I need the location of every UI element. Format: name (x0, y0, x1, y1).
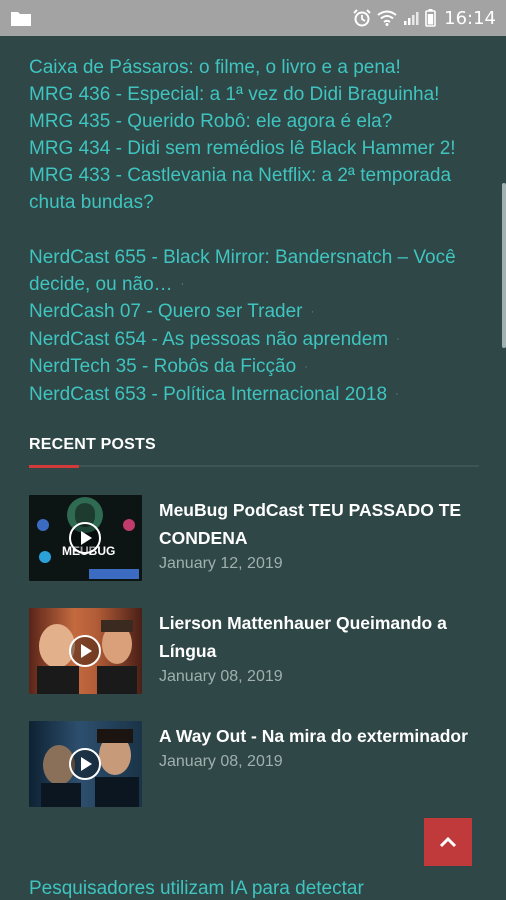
link-text[interactable]: MRG 436 - Especial: a 1ª vez do Didi Bra… (29, 84, 439, 105)
signal-icon (404, 12, 419, 25)
nerdcast-link-list: NerdCast 655 - Black Mirror: Bandersnatc… (29, 244, 469, 408)
folder-icon (11, 12, 31, 26)
recent-posts-list: MEUBUG MeuBug PodCast TEU PASSADO TE CON… (29, 495, 469, 808)
separator: · (180, 278, 185, 291)
list-item[interactable]: MRG 435 - Querido Robô: ele agora é ela? (29, 108, 469, 135)
battery-icon (425, 9, 436, 27)
link-text[interactable]: NerdCast 655 - Black Mirror: Bandersnatc… (29, 247, 456, 295)
post-body: Lierson Mattenhauer Queimando a Língua J… (159, 608, 469, 694)
separator: · (304, 360, 308, 373)
post-date: January 12, 2019 (159, 555, 283, 573)
link-text[interactable]: NerdCast 653 - Política Internacional 20… (29, 384, 387, 405)
list-item[interactable]: MRG 436 - Especial: a 1ª vez do Didi Bra… (29, 81, 469, 108)
title-accent (29, 465, 79, 469)
separator: · (310, 305, 315, 318)
link-text[interactable]: MRG 435 - Querido Robô: ele agora é ela? (29, 111, 392, 132)
list-item[interactable]: MRG 433 - Castlevania na Netflix: a 2ª t… (29, 162, 469, 216)
separator: · (396, 333, 400, 346)
link-text[interactable]: MRG 433 - Castlevania na Netflix: a 2ª t… (29, 165, 451, 213)
post-link[interactable]: Pesquisadores utilizam IA para detectar (29, 878, 364, 900)
post-thumbnail[interactable] (29, 608, 142, 695)
scroll-to-top-button[interactable] (424, 818, 472, 866)
post-item[interactable]: Lierson Mattenhauer Queimando a Língua J… (29, 608, 469, 695)
scrollbar[interactable] (502, 183, 506, 348)
list-item[interactable]: NerdTech 35 - Robôs da Ficção · (29, 353, 469, 380)
list-item[interactable]: Caixa de Pássaros: o filme, o livro e a … (29, 54, 469, 81)
chevron-up-icon (439, 836, 457, 848)
podcast-link-list: Caixa de Pássaros: o filme, o livro e a … (29, 54, 469, 216)
list-item[interactable]: NerdCast 654 - As pessoas não aprendem · (29, 326, 469, 353)
status-time: 16:14 (444, 7, 496, 29)
post-item[interactable]: MEUBUG MeuBug PodCast TEU PASSADO TE CON… (29, 495, 469, 582)
list-item[interactable]: NerdCash 07 - Quero ser Trader · (29, 298, 469, 325)
list-item[interactable]: NerdCast 653 - Política Internacional 20… (29, 381, 469, 408)
section-title: RECENT POSTS (29, 436, 156, 454)
status-bar: 16:14 (0, 0, 506, 36)
link-text[interactable]: NerdCash 07 - Quero ser Trader (29, 301, 303, 322)
post-thumbnail[interactable]: MEUBUG (29, 495, 142, 582)
link-text[interactable]: NerdTech 35 - Robôs da Ficção (29, 356, 296, 377)
post-date: January 08, 2019 (159, 753, 283, 771)
list-item[interactable]: NerdCast 655 - Black Mirror: Bandersnatc… (29, 244, 469, 298)
post-body: A Way Out - Na mira do exterminador Janu… (159, 721, 468, 807)
link-text[interactable]: NerdCast 654 - As pessoas não aprendem (29, 329, 388, 350)
link-text[interactable]: MRG 434 - Didi sem remédios lê Black Ham… (29, 138, 456, 159)
post-title[interactable]: Lierson Mattenhauer Queimando a Língua (159, 609, 469, 665)
wifi-icon (377, 10, 397, 26)
link-text[interactable]: Caixa de Pássaros: o filme, o livro e a … (29, 57, 401, 78)
post-title[interactable]: A Way Out - Na mira do exterminador (159, 722, 468, 750)
main-content: Caixa de Pássaros: o filme, o livro e a … (29, 54, 479, 834)
post-body: MeuBug PodCast TEU PASSADO TE CONDENA Ja… (159, 495, 469, 581)
post-thumbnail[interactable] (29, 721, 142, 808)
post-item[interactable]: A Way Out - Na mira do exterminador Janu… (29, 721, 469, 808)
title-divider (29, 465, 479, 469)
separator: · (395, 388, 399, 401)
alarm-icon (353, 9, 371, 27)
list-item[interactable]: MRG 434 - Didi sem remédios lê Black Ham… (29, 135, 469, 162)
post-title[interactable]: MeuBug PodCast TEU PASSADO TE CONDENA (159, 496, 469, 552)
post-date: January 08, 2019 (159, 668, 283, 686)
